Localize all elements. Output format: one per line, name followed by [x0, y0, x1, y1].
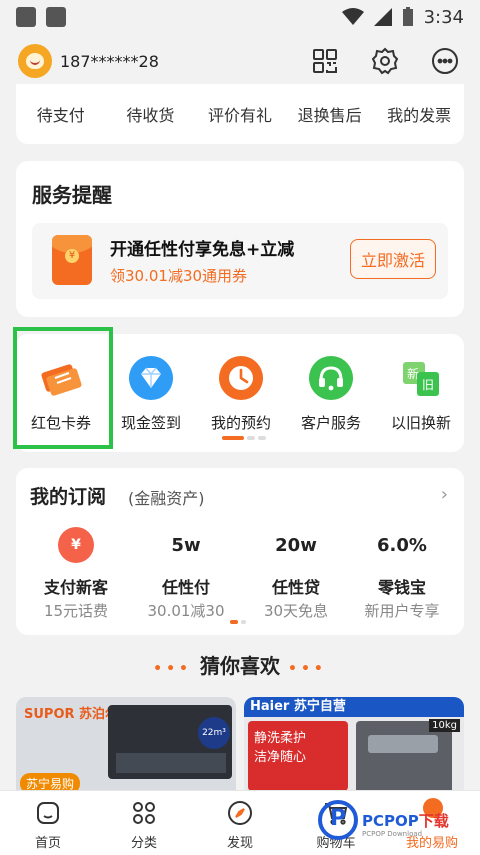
sub-item-lingqianbao[interactable]: 6.0% 零钱宝 新用户专享	[348, 526, 456, 621]
promo-banner[interactable]: ¥ 开通任性付享免息+立减 领30.01减30通用券 立即激活	[32, 223, 448, 299]
order-pending-payment[interactable]: 待支付	[16, 102, 106, 126]
status-time: 3:34	[423, 6, 464, 28]
tool-label: 我的预约	[210, 414, 271, 432]
order-shortcuts: 待支付 待收货 评价有礼 退换售后 我的发票	[16, 84, 464, 144]
product-card-washer[interactable]: Haier 苏宁自营 静洗柔护 洁净随心 10kg	[244, 697, 464, 797]
tool-label: 客户服务	[300, 414, 361, 432]
home-icon	[33, 798, 63, 828]
page-indicator	[222, 436, 266, 440]
tab-label: 首页	[34, 836, 61, 851]
sub-item-desc: 30天免息	[263, 602, 329, 620]
compass-icon	[225, 798, 255, 828]
service-title: 服务提醒	[32, 183, 112, 207]
message-icon[interactable]	[428, 44, 462, 78]
chevron-right-icon[interactable]: ›	[441, 484, 448, 505]
sub-item-value: 6.0%	[377, 534, 427, 556]
washer-image	[356, 721, 452, 797]
sub-item-desc: 30.01减30	[147, 602, 225, 620]
product-text: 静洗柔护	[254, 731, 307, 746]
tool-label: 现金签到	[120, 414, 181, 432]
battery-icon	[402, 7, 413, 26]
subscription-card: 我的订阅 (金融资产) › ¥ 支付新客 15元话费 5w 任性付 30.01减…	[16, 468, 464, 635]
order-pending-receipt[interactable]: 待收货	[106, 102, 196, 126]
decor-dots: •••	[153, 661, 192, 677]
sub-item-renxingfu[interactable]: 5w 任性付 30.01减30	[132, 526, 240, 621]
sub-item-name: 任性付	[161, 578, 210, 597]
order-review[interactable]: 评价有礼	[195, 102, 285, 126]
sub-item-payment-new[interactable]: ¥ 支付新客 15元话费	[22, 526, 130, 621]
tab-home[interactable]: 首页	[0, 791, 96, 855]
tab-category[interactable]: 分类	[96, 791, 192, 855]
recycle-icon: 新旧	[399, 356, 443, 400]
avatar[interactable]	[18, 44, 52, 78]
category-icon	[129, 798, 159, 828]
sub-item-desc: 15元话费	[43, 602, 109, 620]
sub-item-renxingdai[interactable]: 20w 任性贷 30天免息	[242, 526, 350, 621]
diamond-icon	[129, 356, 173, 400]
page-indicator	[230, 620, 246, 624]
tab-label: 发现	[226, 836, 253, 851]
range-hood-image	[116, 753, 226, 773]
tab-discover[interactable]: 发现	[192, 791, 288, 855]
svg-text:旧: 旧	[422, 378, 434, 392]
notification-icon	[16, 7, 36, 27]
product-promo-block: 静洗柔护 洁净随心	[248, 721, 348, 791]
product-tag: 10kg	[429, 719, 460, 732]
tool-my-reservation[interactable]: 我的预约	[196, 334, 286, 452]
gear-icon[interactable]	[368, 44, 402, 78]
promo-title: 开通任性付享免息+立减	[110, 240, 295, 260]
tool-trade-in[interactable]: 新旧 以旧换新	[376, 334, 466, 452]
status-bar: 3:34	[0, 0, 480, 34]
wifi-icon	[341, 8, 364, 25]
account-header: 187******28	[0, 38, 480, 84]
clock-icon	[219, 356, 263, 400]
coin-bag-icon: ¥	[58, 527, 94, 563]
red-packet-icon: ¥	[52, 235, 92, 285]
watermark: PCPOP下载 PCPOP Download	[318, 800, 449, 840]
headset-icon	[309, 356, 353, 400]
sub-item-value: 20w	[275, 534, 317, 556]
signal-icon	[373, 8, 392, 26]
product-brand: Haier 苏宁自营	[244, 697, 464, 717]
guess-title: 猜你喜欢	[200, 654, 280, 678]
phone-number[interactable]: 187******28	[60, 52, 159, 71]
service-reminder-card: 服务提醒 ¥ 开通任性付享免息+立减 领30.01减30通用券 立即激活	[16, 161, 464, 317]
promo-subtitle: 领30.01减30通用券	[110, 267, 248, 285]
subscription-title[interactable]: 我的订阅	[30, 482, 106, 509]
order-invoice[interactable]: 我的发票	[374, 102, 464, 126]
decor-dots: •••	[288, 661, 327, 677]
watermark-brand: PCPOP	[362, 811, 419, 830]
scan-icon[interactable]	[308, 44, 342, 78]
order-after-sales[interactable]: 退换售后	[285, 102, 375, 126]
guess-you-like-heading: ••• 猜你喜欢 •••	[0, 650, 480, 679]
activate-button[interactable]: 立即激活	[350, 239, 436, 279]
watermark-suffix: 下载	[418, 811, 449, 830]
notification-icon	[46, 7, 66, 27]
product-bubble: 22m³	[198, 717, 230, 749]
sub-item-desc: 新用户专享	[364, 602, 440, 620]
sub-item-value: 5w	[171, 534, 201, 556]
highlight-box	[13, 327, 113, 449]
tab-label: 分类	[130, 836, 157, 851]
sub-item-name: 任性贷	[271, 578, 320, 597]
watermark-logo	[318, 800, 358, 840]
subscription-subtitle: (金融资产)	[128, 489, 205, 508]
tool-cash-checkin[interactable]: 现金签到	[106, 334, 196, 452]
sub-item-name: 支付新客	[43, 578, 108, 597]
watermark-small: PCPOP Download	[362, 830, 423, 838]
sub-item-name: 零钱宝	[377, 578, 426, 597]
product-card-range-hood[interactable]: SUPOR 苏泊尔 22m³ 苏宁易购	[16, 697, 236, 797]
product-text: 洁净随心	[254, 750, 307, 765]
tool-label: 以旧换新	[390, 414, 451, 432]
tool-customer-service[interactable]: 客户服务	[286, 334, 376, 452]
product-brand: SUPOR 苏泊尔	[24, 707, 119, 722]
